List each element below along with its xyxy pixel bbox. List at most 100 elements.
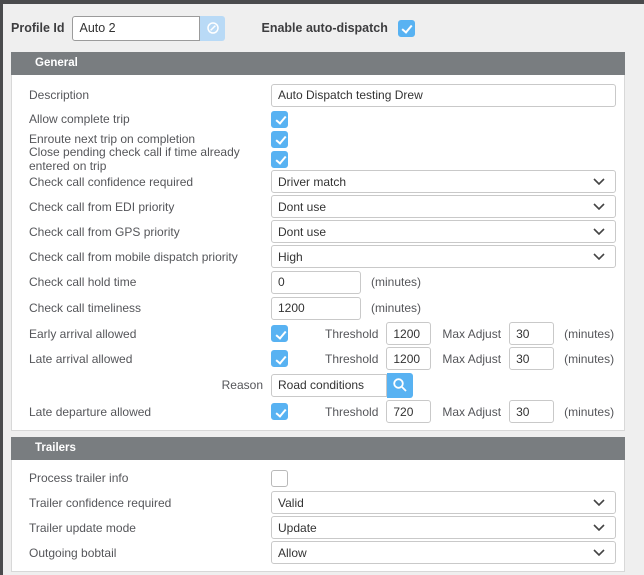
check-call-edi-select[interactable]: Dont use xyxy=(271,195,616,218)
max-adjust-label: Max Adjust xyxy=(442,405,501,419)
row-check-call-mobile: Check call from mobile dispatch priority… xyxy=(18,244,616,269)
max-adjust-label: Max Adjust xyxy=(442,327,501,341)
chevron-down-icon xyxy=(593,228,605,235)
row-trailer-update-mode: Trailer update mode Update xyxy=(18,515,616,540)
circle-slash-icon xyxy=(206,21,220,35)
check-call-hold-time-input[interactable] xyxy=(271,271,361,294)
close-pending-check-call-checkbox[interactable] xyxy=(271,151,288,168)
late-departure-max-adjust-input[interactable] xyxy=(509,400,554,423)
close-pending-check-call-label: Close pending check call if time already… xyxy=(18,145,271,173)
minutes-unit-label: (minutes) xyxy=(564,327,614,341)
check-call-hold-time-label: Check call hold time xyxy=(18,275,271,289)
late-arrival-checkbox[interactable] xyxy=(271,350,288,367)
check-call-gps-select[interactable]: Dont use xyxy=(271,220,616,243)
late-arrival-label: Late arrival allowed xyxy=(18,352,271,366)
row-late-arrival-reason: Reason xyxy=(18,371,616,399)
early-arrival-threshold-input[interactable] xyxy=(386,322,431,345)
row-close-pending-check-call: Close pending check call if time already… xyxy=(18,149,616,169)
topbar: Profile Id Enable auto-dispatch xyxy=(3,4,644,52)
trailers-panel: Process trailer info Trailer confidence … xyxy=(11,460,625,572)
description-input[interactable] xyxy=(271,84,616,107)
row-allow-complete-trip: Allow complete trip xyxy=(18,109,616,129)
minutes-unit-label: (minutes) xyxy=(371,301,421,315)
early-arrival-checkbox[interactable] xyxy=(271,325,288,342)
threshold-label: Threshold xyxy=(325,327,378,341)
check-call-mobile-label: Check call from mobile dispatch priority xyxy=(18,250,271,264)
early-arrival-max-adjust-input[interactable] xyxy=(509,322,554,345)
row-late-arrival: Late arrival allowed Threshold Max Adjus… xyxy=(18,346,616,371)
row-description: Description xyxy=(18,81,616,109)
magnifier-icon xyxy=(392,377,408,393)
row-check-call-gps: Check call from GPS priority Dont use xyxy=(18,219,616,244)
select-value: Valid xyxy=(278,496,304,510)
trailer-confidence-select[interactable]: Valid xyxy=(271,491,616,514)
reason-label: Reason xyxy=(222,378,263,392)
check-call-timeliness-label: Check call timeliness xyxy=(18,301,271,315)
trailer-confidence-label: Trailer confidence required xyxy=(18,496,271,510)
late-departure-threshold-input[interactable] xyxy=(386,400,431,423)
enable-auto-dispatch-checkbox[interactable] xyxy=(398,20,415,37)
profile-id-label: Profile Id xyxy=(11,21,64,35)
general-panel: Description Allow complete trip Enroute … xyxy=(11,75,625,431)
chevron-down-icon xyxy=(593,499,605,506)
early-arrival-label: Early arrival allowed xyxy=(18,327,271,341)
process-trailer-info-checkbox[interactable] xyxy=(271,470,288,487)
late-departure-label: Late departure allowed xyxy=(18,405,271,419)
process-trailer-info-label: Process trailer info xyxy=(18,471,271,485)
reason-input[interactable] xyxy=(271,374,387,397)
allow-complete-trip-label: Allow complete trip xyxy=(18,112,271,126)
trailers-section: Trailers Process trailer info Trailer co… xyxy=(11,437,625,572)
enroute-next-trip-label: Enroute next trip on completion xyxy=(18,132,271,146)
threshold-label: Threshold xyxy=(325,405,378,419)
minutes-unit-label: (minutes) xyxy=(564,352,614,366)
minutes-unit-label: (minutes) xyxy=(564,405,614,419)
check-call-mobile-select[interactable]: High xyxy=(271,245,616,268)
enable-auto-dispatch-label: Enable auto-dispatch xyxy=(261,21,387,35)
allow-complete-trip-checkbox[interactable] xyxy=(271,111,288,128)
profile-lookup-button[interactable] xyxy=(200,16,225,41)
enroute-next-trip-checkbox[interactable] xyxy=(271,131,288,148)
select-value: Allow xyxy=(278,546,307,560)
row-trailer-confidence: Trailer confidence required Valid xyxy=(18,490,616,515)
select-value: High xyxy=(278,250,303,264)
chevron-down-icon xyxy=(593,524,605,531)
late-arrival-controls: Threshold Max Adjust (minutes) xyxy=(271,347,614,370)
trailer-update-mode-label: Trailer update mode xyxy=(18,521,271,535)
row-check-call-hold-time: Check call hold time (minutes) xyxy=(18,269,616,295)
early-arrival-controls: Threshold Max Adjust (minutes) xyxy=(271,322,614,345)
row-check-call-timeliness: Check call timeliness (minutes) xyxy=(18,295,616,321)
general-section: General Description Allow complete trip … xyxy=(11,52,625,431)
check-call-confidence-label: Check call confidence required xyxy=(18,175,271,189)
select-value: Dont use xyxy=(278,225,326,239)
profile-id-input[interactable] xyxy=(72,16,200,41)
late-departure-checkbox[interactable] xyxy=(271,403,288,420)
chevron-down-icon xyxy=(593,549,605,556)
row-early-arrival: Early arrival allowed Threshold Max Adju… xyxy=(18,321,616,346)
trailers-section-header: Trailers xyxy=(11,437,625,460)
check-call-gps-label: Check call from GPS priority xyxy=(18,225,271,239)
late-arrival-max-adjust-input[interactable] xyxy=(509,347,554,370)
reason-search-button[interactable] xyxy=(387,373,413,398)
minutes-unit-label: (minutes) xyxy=(371,275,421,289)
check-call-edi-label: Check call from EDI priority xyxy=(18,200,271,214)
chevron-down-icon xyxy=(593,178,605,185)
outgoing-bobtail-select[interactable]: Allow xyxy=(271,541,616,564)
row-process-trailer-info: Process trailer info xyxy=(18,466,616,490)
general-section-header: General xyxy=(11,52,625,75)
select-value: Driver match xyxy=(278,175,346,189)
chevron-down-icon xyxy=(593,203,605,210)
check-call-timeliness-input[interactable] xyxy=(271,297,361,320)
select-value: Dont use xyxy=(278,200,326,214)
chevron-down-icon xyxy=(593,253,605,260)
check-call-confidence-select[interactable]: Driver match xyxy=(271,170,616,193)
late-arrival-threshold-input[interactable] xyxy=(386,347,431,370)
trailer-update-mode-select[interactable]: Update xyxy=(271,516,616,539)
auto-dispatch-profile-form: Profile Id Enable auto-dispatch General … xyxy=(0,0,644,575)
threshold-label: Threshold xyxy=(325,352,378,366)
max-adjust-label: Max Adjust xyxy=(442,352,501,366)
row-outgoing-bobtail: Outgoing bobtail Allow xyxy=(18,540,616,565)
row-late-departure: Late departure allowed Threshold Max Adj… xyxy=(18,399,616,424)
select-value: Update xyxy=(278,521,317,535)
row-check-call-edi: Check call from EDI priority Dont use xyxy=(18,194,616,219)
outgoing-bobtail-label: Outgoing bobtail xyxy=(18,546,271,560)
